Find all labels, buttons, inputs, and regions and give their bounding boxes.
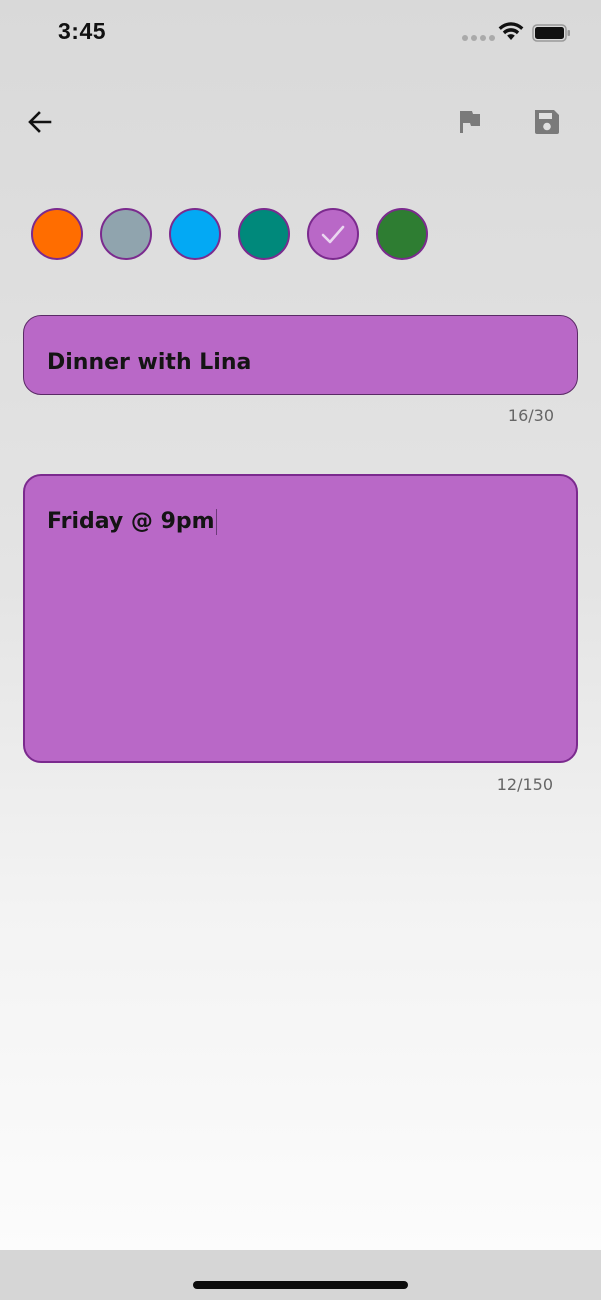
color-swatch-teal[interactable] bbox=[238, 208, 290, 260]
color-swatch-purple[interactable] bbox=[307, 208, 359, 260]
title-field[interactable]: Dinner with Lina bbox=[23, 315, 578, 395]
body-character-counter: 12/150 bbox=[496, 775, 553, 794]
color-swatch-light-blue[interactable] bbox=[169, 208, 221, 260]
note-body-field[interactable]: Friday @ 9pm bbox=[23, 474, 578, 763]
title-text: Dinner with Lina bbox=[47, 350, 252, 375]
flag-button[interactable] bbox=[450, 102, 490, 142]
bottom-bar bbox=[0, 1250, 601, 1300]
note-body-value: Friday @ 9pm bbox=[47, 509, 215, 534]
battery-icon bbox=[532, 24, 570, 42]
note-body-text: Friday @ 9pm bbox=[47, 508, 217, 536]
title-character-counter: 16/30 bbox=[507, 406, 554, 425]
save-button[interactable] bbox=[527, 102, 567, 142]
floppy-disk-icon bbox=[535, 110, 559, 134]
color-swatch-green[interactable] bbox=[376, 208, 428, 260]
wifi-icon bbox=[498, 22, 524, 40]
color-swatch-orange[interactable] bbox=[31, 208, 83, 260]
status-time: 3:45 bbox=[58, 18, 107, 44]
back-button[interactable] bbox=[20, 102, 60, 142]
status-bar: 3:45 bbox=[0, 0, 601, 70]
check-icon bbox=[321, 225, 345, 244]
color-picker bbox=[31, 208, 428, 260]
arrow-left-icon bbox=[28, 111, 52, 133]
home-indicator[interactable] bbox=[193, 1281, 408, 1289]
text-cursor bbox=[215, 509, 217, 535]
cellular-signal-icon bbox=[462, 35, 495, 41]
flag-icon bbox=[460, 111, 480, 133]
color-swatch-grey[interactable] bbox=[100, 208, 152, 260]
